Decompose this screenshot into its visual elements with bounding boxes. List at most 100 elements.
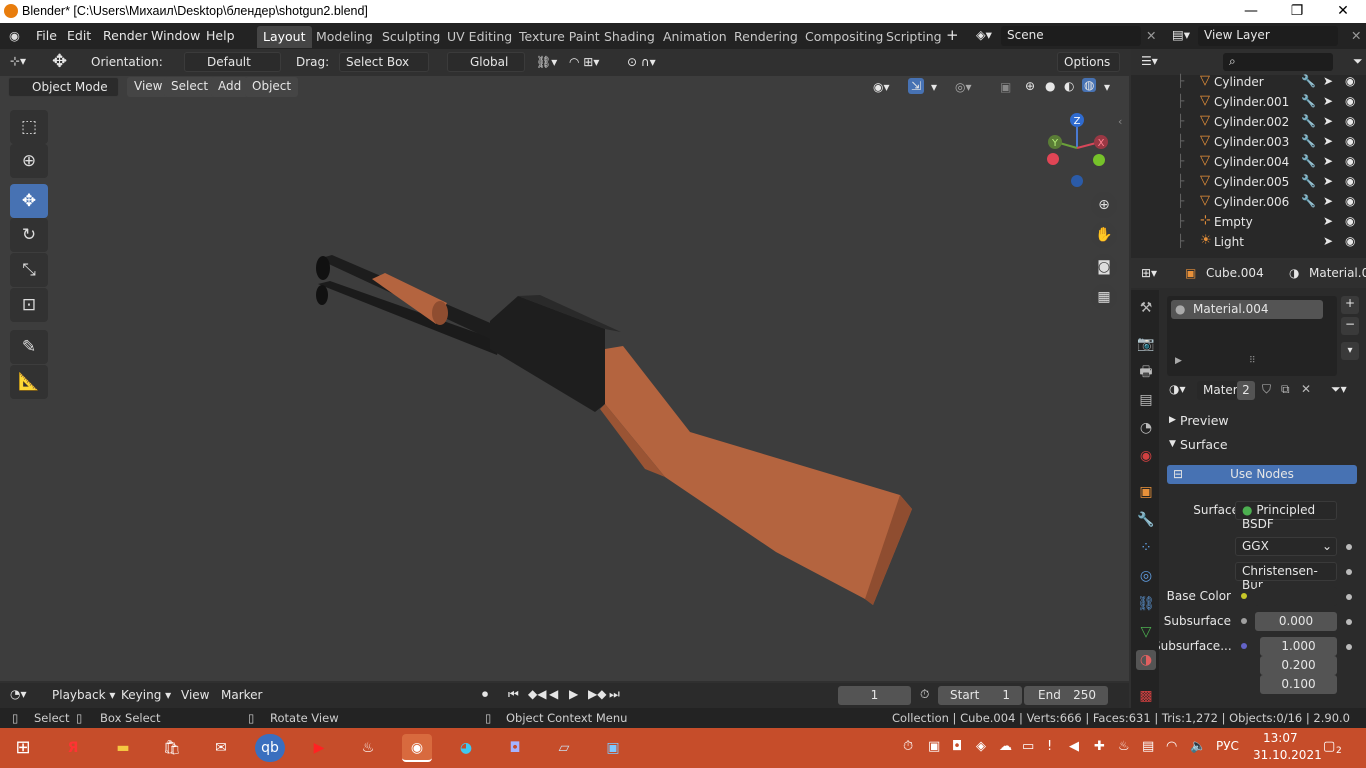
outliner-row[interactable]: ├ ▽ Cylinder.002 🔧 ➤ ◉ <box>1131 112 1366 132</box>
transform-orientation-dropdown[interactable]: Global <box>447 52 525 72</box>
jump-end-icon[interactable]: ⏭ <box>609 687 620 702</box>
tab-sculpting[interactable]: Sculpting <box>376 26 446 48</box>
material-name-field[interactable]: Mater <box>1197 381 1238 400</box>
options-dropdown[interactable]: Options <box>1057 52 1120 72</box>
material-tab-icon[interactable]: ◑ <box>1136 650 1156 670</box>
shading-rendered-icon[interactable]: ◍ <box>1082 78 1097 92</box>
material-users-count[interactable]: 2 <box>1237 381 1255 400</box>
visibility-eye-icon[interactable]: ◉ <box>1345 134 1355 148</box>
object-data-tab-icon[interactable]: ▽ <box>1136 622 1156 642</box>
overlay-icon[interactable]: ◎▾ <box>955 80 972 94</box>
modifier-icon[interactable]: 🔧 <box>1301 74 1316 88</box>
prev-keyframe-icon[interactable]: ◆◀ <box>528 687 546 701</box>
blender-menu-icon[interactable]: ◉ <box>9 28 20 43</box>
world-tab-icon[interactable]: ◉ <box>1136 446 1156 466</box>
selectable-arrow-icon[interactable]: ➤ <box>1323 134 1333 148</box>
radius-z-field[interactable]: 0.100 <box>1260 675 1337 694</box>
visibility-eye-icon[interactable]: ◉ <box>1345 174 1355 188</box>
close-button[interactable]: ✕ <box>1320 0 1366 23</box>
selectable-arrow-icon[interactable]: ➤ <box>1323 214 1333 228</box>
subsurface-dot[interactable] <box>1346 619 1352 625</box>
menu-edit[interactable]: Edit <box>67 28 91 43</box>
modifier-icon[interactable]: 🔧 <box>1301 134 1316 148</box>
blender-taskbar-icon[interactable]: ◉ <box>402 734 432 762</box>
view-layer-icon[interactable]: ▤▾ <box>1172 27 1190 42</box>
editor-type-icon[interactable]: ⊹▾ <box>10 54 26 68</box>
tray-app-icon-4[interactable]: ▭ <box>1022 739 1034 754</box>
method-socket-dot[interactable] <box>1346 569 1352 575</box>
visibility-eye-icon[interactable]: ◉ <box>1345 194 1355 208</box>
slot-expand-icon[interactable]: ▶ <box>1175 356 1182 366</box>
store-icon[interactable]: 🛍 <box>157 734 187 762</box>
selectable-arrow-icon[interactable]: ➤ <box>1323 234 1333 248</box>
menu-window[interactable]: Window <box>151 28 200 43</box>
visibility-icon[interactable]: ◉▾ <box>873 80 890 94</box>
annotate-tool-icon[interactable]: ✎ <box>10 330 48 364</box>
minimize-button[interactable]: — <box>1228 0 1274 23</box>
edge-icon[interactable]: ◕ <box>451 734 481 762</box>
tab-layout[interactable]: Layout <box>257 26 312 48</box>
media-player-icon[interactable]: ▶ <box>304 734 334 762</box>
add-slot-button[interactable]: + <box>1341 296 1359 314</box>
timeline-menu-view[interactable]: View <box>181 688 209 702</box>
base-color-dot[interactable] <box>1346 594 1352 600</box>
surface-panel-header[interactable]: Surface <box>1180 437 1228 452</box>
selectable-arrow-icon[interactable]: ➤ <box>1323 154 1333 168</box>
tray-time[interactable]: 13:07 <box>1263 731 1298 745</box>
tray-discord-icon[interactable]: ◘ <box>952 739 962 754</box>
timeline-editor-icon[interactable]: ◔▾ <box>10 687 27 701</box>
proportional-edit-icon[interactable]: ⊙ ∩▾ <box>627 55 656 69</box>
transform-tool-icon[interactable]: ⊡ <box>10 288 48 322</box>
modifier-icon[interactable]: 🔧 <box>1301 154 1316 168</box>
3d-viewport[interactable] <box>0 49 1129 681</box>
modifier-icon[interactable]: 🔧 <box>1301 174 1316 188</box>
preview-expand-icon[interactable]: ▶ <box>1169 415 1176 425</box>
tray-date[interactable]: 31.10.2021 <box>1253 748 1322 762</box>
viewport-menu-object[interactable]: Object <box>245 77 299 97</box>
modifier-icon[interactable]: 🔧 <box>1301 114 1316 128</box>
tab-modeling[interactable]: Modeling <box>310 26 379 48</box>
outliner-row[interactable]: ├ ▽ Cylinder.001 🔧 ➤ ◉ <box>1131 92 1366 112</box>
selectable-arrow-icon[interactable]: ➤ <box>1323 94 1333 108</box>
modifier-icon[interactable]: 🔧 <box>1301 94 1316 108</box>
timeline-menu-playback[interactable]: Playback ▾ <box>52 688 115 702</box>
tray-language[interactable]: РУС <box>1216 739 1239 753</box>
output-tab-icon[interactable]: 🖶 <box>1136 362 1156 382</box>
particles-tab-icon[interactable]: ⁘ <box>1136 538 1156 558</box>
mode-dropdown[interactable]: Object Mode <box>8 77 119 97</box>
surface-shader-dropdown[interactable]: ● Principled BSDF <box>1235 501 1337 531</box>
shading-wireframe-icon[interactable]: ⊕ <box>1025 79 1035 93</box>
navigation-gizmo[interactable]: Z X Y <box>1040 110 1120 190</box>
pivot-icon[interactable]: ⛓▾ <box>536 55 557 69</box>
viewport-menu-select[interactable]: Select <box>164 77 216 97</box>
view-layer-field[interactable]: View Layer <box>1198 26 1338 46</box>
cursor-tool-icon[interactable]: ⊕ <box>10 144 48 178</box>
record-icon[interactable]: ⏺ <box>482 687 488 702</box>
gizmo-neg-z[interactable] <box>1071 175 1083 187</box>
tab-rendering[interactable]: Rendering <box>728 26 804 48</box>
outliner-row[interactable]: ├ ▽ Cylinder.005 🔧 ➤ ◉ <box>1131 172 1366 192</box>
orientation-dropdown[interactable]: Default <box>184 52 281 72</box>
tab-compositing[interactable]: Compositing <box>799 26 889 48</box>
visibility-eye-icon[interactable]: ◉ <box>1345 234 1355 248</box>
tray-network-icon[interactable]: ▤ <box>1142 739 1154 754</box>
add-workspace-icon[interactable]: + <box>946 26 959 44</box>
zoom-icon[interactable]: ⊕ <box>1091 192 1117 218</box>
tool-tab-icon[interactable]: ⚒ <box>1136 298 1156 318</box>
windows-start-icon[interactable]: ⊞ <box>8 734 38 762</box>
qbittorrent-icon[interactable]: qb <box>255 734 285 762</box>
duplicate-material-icon[interactable]: ⧉ <box>1281 382 1290 397</box>
viewport-menu-add[interactable]: Add <box>211 77 249 97</box>
shading-solid-icon[interactable]: ● <box>1045 79 1055 93</box>
shotgun-model[interactable] <box>0 49 1129 681</box>
fake-user-shield-icon[interactable]: ⛉ <box>1262 382 1271 397</box>
notification-center-icon[interactable]: ▢ <box>1323 739 1335 754</box>
radius-y-field[interactable]: 0.200 <box>1260 656 1337 675</box>
tray-cloud-icon[interactable]: ☁ <box>999 739 1012 754</box>
visibility-eye-icon[interactable]: ◉ <box>1345 94 1355 108</box>
outliner-row[interactable]: ├ ▽ Cylinder.003 🔧 ➤ ◉ <box>1131 132 1366 152</box>
outliner-row[interactable]: ├ ▽ Cylinder.004 🔧 ➤ ◉ <box>1131 152 1366 172</box>
view-layer-close-icon[interactable]: ✕ <box>1351 28 1361 43</box>
view-layer-tab-icon[interactable]: ▤ <box>1136 390 1156 410</box>
scale-tool-icon[interactable]: ⤡ <box>10 253 48 287</box>
